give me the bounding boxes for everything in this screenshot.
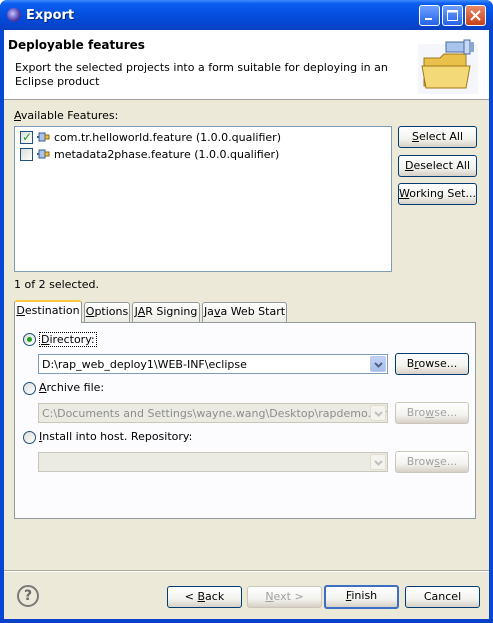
destination-panel: Directory: D:\rap_web_deploy1\WEB-INF\ec… <box>14 322 476 519</box>
dialog-content: Deployable features Export the selected … <box>4 30 489 619</box>
archive-radio[interactable] <box>23 382 36 395</box>
install-browse-button[interactable]: Browse... <box>395 451 469 473</box>
next-button[interactable]: Next > <box>247 586 322 608</box>
directory-value: D:\rap_web_deploy1\WEB-INF\eclipse <box>42 358 247 371</box>
directory-label[interactable]: Directory: <box>39 332 97 347</box>
features-list[interactable]: ✓ com.tr.helloworld.feature (1.0.0.quali… <box>14 126 392 272</box>
page-description: Export the selected projects into a form… <box>15 61 388 88</box>
help-icon[interactable]: ? <box>17 585 39 607</box>
feature-checkbox[interactable]: ✓ <box>20 129 33 144</box>
archive-value: C:\Documents and Settings\wayne.wang\Des… <box>42 407 387 420</box>
install-label[interactable]: Install into host. Repository: <box>39 430 192 443</box>
minimize-button[interactable] <box>419 5 440 26</box>
page-title: Deployable features <box>8 38 145 52</box>
maximize-icon <box>447 10 458 21</box>
feature-checkbox[interactable] <box>20 147 33 161</box>
export-folder-icon <box>418 39 478 94</box>
wizard-header: Deployable features Export the selected … <box>4 30 489 100</box>
tab-jar-signing[interactable]: JAR Signing <box>132 302 200 322</box>
available-features-label: Available Features: <box>14 109 119 122</box>
list-item[interactable]: ✓ com.tr.helloworld.feature (1.0.0.quali… <box>20 129 281 145</box>
archive-combo[interactable]: C:\Documents and Settings\wayne.wang\Des… <box>38 403 388 423</box>
checkmark-icon: ✓ <box>22 129 33 144</box>
radio-selected-dot <box>27 337 32 342</box>
feature-label: com.tr.helloworld.feature (1.0.0.qualifi… <box>54 130 281 144</box>
working-set-button[interactable]: Working Set... <box>398 183 477 205</box>
feature-plug-icon <box>37 132 50 142</box>
feature-label: metadata2phase.feature (1.0.0.qualifier) <box>54 147 280 161</box>
tab-options[interactable]: Options <box>84 302 130 322</box>
window-title: Export <box>26 8 75 23</box>
archive-label[interactable]: Archive file: <box>39 381 104 394</box>
eclipse-icon <box>7 8 21 22</box>
tab-destination[interactable]: Destination <box>14 300 82 323</box>
cancel-button[interactable]: Cancel <box>405 586 480 608</box>
directory-radio[interactable] <box>23 333 36 346</box>
chevron-down-icon <box>374 362 383 368</box>
close-icon <box>470 10 481 21</box>
dropdown-button[interactable] <box>370 454 386 470</box>
directory-browse-button[interactable]: Browse... <box>395 353 469 375</box>
back-button[interactable]: < Back <box>167 586 242 608</box>
deselect-all-button[interactable]: Deselect All <box>398 155 477 177</box>
dropdown-button[interactable] <box>370 405 386 421</box>
finish-button[interactable]: Finish <box>324 585 399 609</box>
dropdown-button[interactable] <box>370 356 386 372</box>
selection-status: 1 of 2 selected. <box>14 278 100 291</box>
footer-separator <box>4 570 489 572</box>
export-dialog-window: Export Deployable features Export the se… <box>0 0 493 623</box>
chevron-down-icon <box>374 411 383 417</box>
install-radio[interactable] <box>23 431 36 444</box>
title-bar[interactable]: Export <box>0 0 493 30</box>
window-frame-right <box>489 30 493 623</box>
feature-plug-icon <box>37 149 50 159</box>
list-item[interactable]: metadata2phase.feature (1.0.0.qualifier) <box>20 146 279 162</box>
minimize-icon <box>425 18 432 20</box>
maximize-button[interactable] <box>442 5 463 26</box>
tab-java-web-start[interactable]: Java Web Start <box>202 302 287 322</box>
archive-browse-button[interactable]: Browse... <box>395 402 469 424</box>
install-repository-combo[interactable] <box>38 452 388 472</box>
close-button[interactable] <box>465 5 486 26</box>
chevron-down-icon <box>374 460 383 466</box>
directory-combo[interactable]: D:\rap_web_deploy1\WEB-INF\eclipse <box>38 354 388 374</box>
window-frame-bottom <box>0 619 493 623</box>
select-all-button[interactable]: Select All <box>398 126 477 148</box>
